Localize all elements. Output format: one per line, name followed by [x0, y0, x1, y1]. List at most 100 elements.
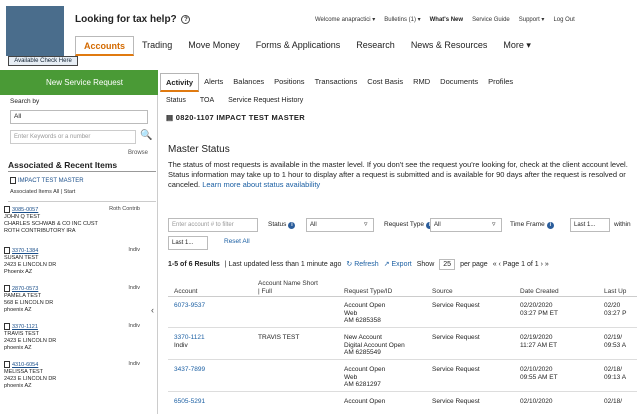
- request-type-label: Request Typei: [384, 221, 433, 229]
- column-header-source[interactable]: Source: [432, 288, 453, 295]
- date-line: 02/20/2020: [520, 302, 553, 309]
- subnav-tab[interactable]: Balances: [228, 73, 269, 92]
- account-link[interactable]: 6073-9537: [174, 302, 205, 310]
- last-updated-cell: 02/20 03:27 P: [604, 302, 626, 317]
- account-link[interactable]: 3437-7899: [174, 366, 205, 374]
- new-service-request-button[interactable]: New Service Request: [0, 70, 158, 95]
- column-header-date-created[interactable]: Date Created: [520, 288, 559, 295]
- results-bar: 1-5 of 6 Results | Last updated less tha…: [168, 258, 549, 270]
- table-row[interactable]: 3437-7899 Account Open Web AM 6281297 Servic…: [168, 362, 637, 392]
- search-icon[interactable]: 🔍: [140, 130, 152, 141]
- subnav-tab[interactable]: Documents: [435, 73, 483, 92]
- master-status-heading: Master Status: [168, 144, 230, 155]
- client-item[interactable]: 3085-0057 Roth Contrib JOHN Q TEST CHARLES …: [4, 206, 154, 235]
- subnav-tab[interactable]: Activity: [160, 73, 200, 92]
- nav-tab[interactable]: Forms & Applications: [248, 36, 349, 56]
- nav-tab[interactable]: Move Money: [180, 36, 248, 56]
- source-cell: Service Request: [432, 398, 480, 405]
- subnav-tab[interactable]: Positions: [269, 73, 309, 92]
- client-account-number[interactable]: 2870-0573: [12, 286, 38, 292]
- pagination[interactable]: « ‹ Page 1 of 1 › »: [493, 261, 549, 268]
- export-button[interactable]: ↗ Export: [384, 260, 412, 268]
- utility-link[interactable]: Support ▾: [519, 16, 545, 23]
- date-created-cell: 02/19/2020 11:27 AM ET: [520, 334, 557, 349]
- nav-tab[interactable]: More ▾: [495, 36, 539, 56]
- filter-icon[interactable]: ▿: [364, 220, 368, 228]
- subnav-tab[interactable]: Transactions: [310, 73, 363, 92]
- client-detail: JOHN Q TEST: [4, 213, 41, 220]
- last-updated-cell: 02/19/09:53 A: [604, 334, 626, 349]
- client-item[interactable]: 3370-1121 Indiv TRAVIS TEST 2423 E LINCOLN …: [4, 323, 154, 352]
- client-detail: 2423 E LINCOLN DR: [4, 375, 57, 382]
- help-icon[interactable]: ?: [181, 14, 191, 24]
- time-frame-select[interactable]: Last 1...: [570, 218, 610, 232]
- utility-link[interactable]: Service Guide: [472, 17, 510, 23]
- client-account-number[interactable]: 3370-1384: [12, 248, 38, 254]
- learn-more-link[interactable]: Learn more about status availability: [202, 180, 320, 189]
- collapse-panel-icon[interactable]: ‹: [151, 305, 154, 315]
- nav-tab[interactable]: Research: [348, 36, 403, 56]
- last-period-select[interactable]: Last 1...: [168, 236, 208, 250]
- request-line: AM 6281297: [344, 381, 381, 388]
- client-item[interactable]: 4310-6054 Indiv MELISSA TEST 2423 E LINCOLN…: [4, 361, 154, 390]
- account-type: Indiv: [174, 341, 188, 349]
- account-filter-input[interactable]: Enter account # to filter: [168, 218, 258, 232]
- client-account-number[interactable]: 3085-0057: [12, 207, 38, 213]
- column-header-request-type[interactable]: Request Type/ID: [344, 288, 392, 295]
- nav-tab[interactable]: News & Resources: [403, 36, 496, 56]
- status-tab[interactable]: TOA: [200, 97, 214, 104]
- status-tab[interactable]: Status: [166, 97, 186, 104]
- account-link[interactable]: 3370-1121: [174, 334, 205, 342]
- info-icon[interactable]: i: [288, 222, 296, 229]
- account-icon: [4, 361, 10, 368]
- client-item[interactable]: 3370-1384 Indiv SUSAN TEST 2423 E LINCOLN D…: [4, 247, 154, 276]
- table-row[interactable]: 6505-5291 Account Open Service Request 02/1…: [168, 394, 637, 414]
- subnav-tab[interactable]: Profiles: [483, 73, 518, 92]
- tax-help-link[interactable]: Looking for tax help? ?: [75, 14, 191, 25]
- reset-all-link[interactable]: Reset All: [224, 238, 250, 245]
- filter-icon[interactable]: ▿: [492, 220, 496, 228]
- client-detail: phoenix AZ: [4, 382, 32, 389]
- account-icon: [4, 285, 10, 292]
- utility-link[interactable]: What's New: [430, 17, 463, 23]
- account-cell: 3437-7899: [174, 366, 205, 374]
- column-header-account-name[interactable]: Account Name Short | Full: [258, 280, 318, 296]
- request-cell: Account Open Web AM 6281297: [344, 366, 385, 389]
- client-detail: MELISSA TEST: [4, 368, 44, 375]
- nav-tab[interactable]: Trading: [134, 36, 180, 56]
- subnav-tab[interactable]: RMD: [408, 73, 435, 92]
- client-item[interactable]: 2870-0573 Indiv PAMELA TEST 568 E LINCOLN D…: [4, 285, 154, 314]
- recent-items-title: Associated & Recent Items: [8, 160, 118, 170]
- account-link[interactable]: 6505-5291: [174, 398, 205, 406]
- search-by-select[interactable]: All: [10, 110, 148, 124]
- client-account-number[interactable]: 3370-1121: [12, 324, 38, 330]
- subnav-tab[interactable]: Alerts: [199, 73, 228, 92]
- status-tab[interactable]: Service Request History: [228, 97, 303, 104]
- nav-tab[interactable]: Accounts: [75, 36, 135, 56]
- browse-link[interactable]: Browse: [128, 150, 148, 156]
- filter-bar: Enter account # to filter Status i All ▿ …: [168, 218, 637, 250]
- account-title: ▤ 0820-1107 IMPACT TEST MASTER: [166, 113, 305, 122]
- logo[interactable]: [6, 6, 64, 56]
- utility-link[interactable]: Log Out: [553, 17, 574, 23]
- associated-items-filter[interactable]: Associated Items All | Start: [10, 189, 75, 195]
- last-updated-cell: 02/18/: [604, 398, 622, 406]
- column-header-account[interactable]: Account: [174, 288, 198, 295]
- within-label: within: [614, 221, 631, 228]
- column-header-last-updated[interactable]: Last Up: [604, 288, 626, 295]
- table-row[interactable]: 3370-1121 Indiv TRAVIS TEST New Account Digi…: [168, 330, 637, 360]
- subnav-tab[interactable]: Cost Basis: [362, 73, 408, 92]
- client-account-number[interactable]: 4310-6054: [12, 362, 38, 368]
- account-check-badge[interactable]: Available Check Here: [8, 56, 78, 66]
- search-by-label: Search by: [10, 98, 40, 105]
- search-input[interactable]: Enter Keywords or a number: [10, 130, 136, 144]
- utility-link[interactable]: Welcome anapractici ▾: [315, 16, 375, 23]
- results-count: 1-5 of 6 Results: [168, 260, 220, 268]
- info-icon[interactable]: i: [546, 222, 554, 229]
- refresh-button[interactable]: ↻ Refresh: [346, 260, 378, 268]
- master-account-link[interactable]: IMPACT TEST MASTER: [10, 177, 84, 184]
- divider: [168, 296, 637, 297]
- table-row[interactable]: 6073-9537 Account Open Web AM 6285358 Servic…: [168, 298, 637, 328]
- per-page-select[interactable]: 25: [439, 258, 456, 270]
- utility-link[interactable]: Bulletins (1) ▾: [384, 16, 420, 23]
